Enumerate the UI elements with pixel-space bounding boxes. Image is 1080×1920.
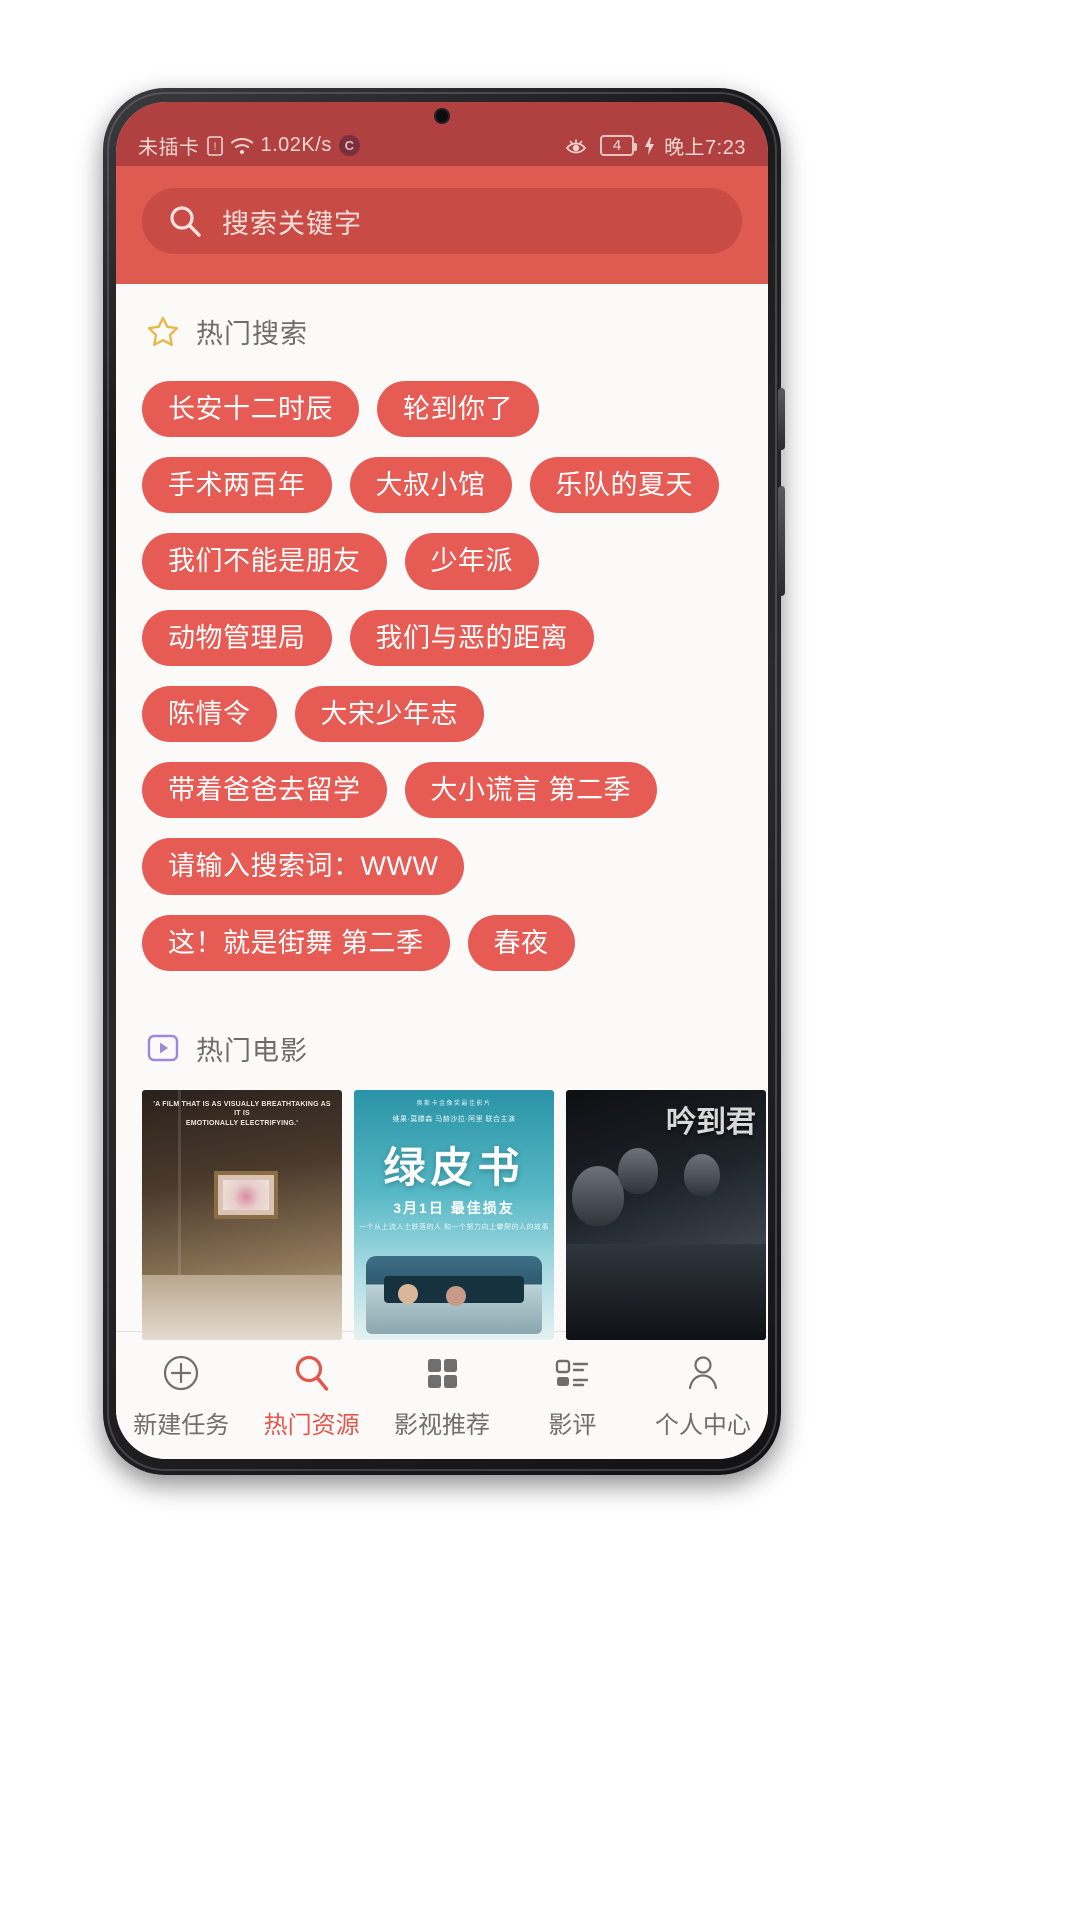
- front-camera: [434, 108, 450, 124]
- tab-label: 热门资源: [263, 1412, 360, 1439]
- list-icon: [551, 1351, 593, 1395]
- hot-search-tag[interactable]: 大小谎言 第二季: [404, 762, 658, 819]
- poster-title: 绿皮书: [383, 1143, 525, 1191]
- poster-figure: [572, 1165, 624, 1226]
- status-bar-right: 4 晚上7:23: [565, 131, 746, 160]
- poster-floor: [142, 1274, 342, 1340]
- bottom-tab-bar: 新建任务 热门资源 影视推荐 影评 个人中心: [116, 1331, 768, 1459]
- poster-tagline: 一个从上流人士跌落的人 和一个努力向上攀爬的人的故事: [359, 1223, 549, 1231]
- search-icon: [291, 1351, 333, 1395]
- content-scroll[interactable]: 热门搜索 长安十二时辰 轮到你了 手术两百年 大叔小馆 乐队的夏天 我们不能是朋…: [116, 284, 768, 1428]
- hot-search-tag[interactable]: 春夜: [467, 914, 575, 971]
- hot-movies-header: 热门电影: [116, 1021, 768, 1072]
- movie-poster[interactable]: 'A FILM THAT IS AS VISUALLY BREATHTAKING…: [142, 1089, 342, 1340]
- eye-icon: [565, 136, 591, 156]
- search-input[interactable]: 搜索关键字: [142, 188, 742, 254]
- hot-search-tag[interactable]: 长安十二时辰: [142, 381, 359, 438]
- hot-search-tag[interactable]: 陈情令: [142, 685, 277, 743]
- movie-poster[interactable]: 吟到君: [566, 1089, 766, 1340]
- hot-search-tag[interactable]: 手术两百年: [142, 457, 332, 514]
- poster-credits: 维果·莫滕森 马赫沙拉·阿里 联合主演: [392, 1115, 516, 1123]
- hot-search-header: 热门搜索: [116, 304, 768, 355]
- hot-search-tag[interactable]: 这！就是街舞 第二季: [142, 914, 450, 971]
- person-icon: [682, 1351, 724, 1395]
- status-bar: 未插卡 ! 1.02K/s C 4 晚上7:23: [116, 102, 768, 166]
- hot-search-tag[interactable]: 大叔小馆: [349, 457, 512, 514]
- sim-card-icon: !: [206, 135, 223, 156]
- hot-movies-title: 热门电影: [196, 1035, 308, 1066]
- movie-poster[interactable]: 奥斯卡金像奖最佳影片 维果·莫滕森 马赫沙拉·阿里 联合主演 绿皮书 3月1日 …: [354, 1089, 554, 1340]
- hot-search-tag[interactable]: 请输入搜索词：WWW: [142, 838, 465, 895]
- tab-label: 影评: [548, 1412, 597, 1439]
- hot-search-section: 热门搜索 长安十二时辰 轮到你了 手术两百年 大叔小馆 乐队的夏天 我们不能是朋…: [116, 284, 768, 1005]
- charging-bolt-icon: [643, 136, 655, 156]
- tab-recommendations[interactable]: 影视推荐: [377, 1351, 507, 1440]
- search-header: 搜索关键字: [116, 166, 768, 284]
- tab-label: 影视推荐: [394, 1412, 491, 1439]
- tab-label: 个人中心: [654, 1412, 751, 1439]
- hot-search-tag[interactable]: 动物管理局: [142, 609, 332, 666]
- grid-icon: [421, 1351, 463, 1395]
- search-icon: [168, 204, 202, 238]
- power-button[interactable]: [778, 486, 785, 596]
- poster-award-line: 奥斯卡金像奖最佳影片: [416, 1100, 492, 1107]
- clock-label: 晚上7:23: [664, 137, 746, 159]
- wifi-icon: [230, 136, 254, 156]
- poster-calligraphy-title: 吟到君: [666, 1105, 756, 1139]
- poster-release-date: 3月1日 最佳损友: [393, 1199, 515, 1216]
- hot-search-tag[interactable]: 我们不能是朋友: [142, 533, 387, 590]
- status-bar-left: 未插卡 ! 1.02K/s C: [138, 131, 360, 160]
- poster-figure: [684, 1153, 720, 1196]
- battery-icon: 4: [600, 135, 638, 156]
- notification-badge: C: [338, 135, 360, 156]
- poster-car-art: [366, 1255, 542, 1334]
- tab-reviews[interactable]: 影评: [507, 1351, 637, 1440]
- tab-new-task[interactable]: 新建任务: [116, 1351, 246, 1440]
- hot-search-tag[interactable]: 轮到你了: [377, 381, 539, 438]
- movie-poster-list: 'A FILM THAT IS AS VISUALLY BREATHTAKING…: [116, 1072, 768, 1340]
- carrier-label: 未插卡: [138, 137, 200, 159]
- hot-search-tag[interactable]: 大宋少年志: [294, 685, 484, 743]
- tab-hot-resources[interactable]: 热门资源: [246, 1351, 376, 1440]
- play-box-icon: [146, 1031, 180, 1065]
- svg-text:!: !: [213, 141, 216, 153]
- hot-search-tag[interactable]: 乐队的夏天: [529, 457, 719, 514]
- hot-search-tag[interactable]: 带着爸爸去留学: [142, 762, 387, 819]
- phone-frame: 未插卡 ! 1.02K/s C 4 晚上7:23 搜索关键字 热门搜索 长安十二…: [103, 88, 785, 1475]
- network-speed-label: 1.02K/s: [260, 134, 332, 156]
- hot-search-tag-list: 长安十二时辰 轮到你了 手术两百年 大叔小馆 乐队的夏天 我们不能是朋友 少年派…: [116, 355, 768, 989]
- hot-search-tag[interactable]: 少年派: [404, 533, 539, 590]
- search-placeholder: 搜索关键字: [222, 208, 362, 239]
- phone-screen: 未插卡 ! 1.02K/s C 4 晚上7:23 搜索关键字 热门搜索 长安十二…: [116, 102, 768, 1459]
- poster-figure: [618, 1147, 658, 1194]
- screenshot-canvas: 未插卡 ! 1.02K/s C 4 晚上7:23 搜索关键字 热门搜索 长安十二…: [0, 0, 1080, 1920]
- poster-wall-frame: [214, 1170, 278, 1219]
- volume-button[interactable]: [778, 388, 785, 450]
- tab-profile[interactable]: 个人中心: [638, 1351, 768, 1440]
- plus-circle-icon: [160, 1351, 202, 1395]
- poster-crowd: [566, 1243, 766, 1340]
- tab-label: 新建任务: [133, 1412, 230, 1439]
- hot-search-tag[interactable]: 我们与恶的距离: [349, 609, 594, 666]
- hot-search-title: 热门搜索: [196, 319, 308, 349]
- star-icon: [146, 315, 180, 349]
